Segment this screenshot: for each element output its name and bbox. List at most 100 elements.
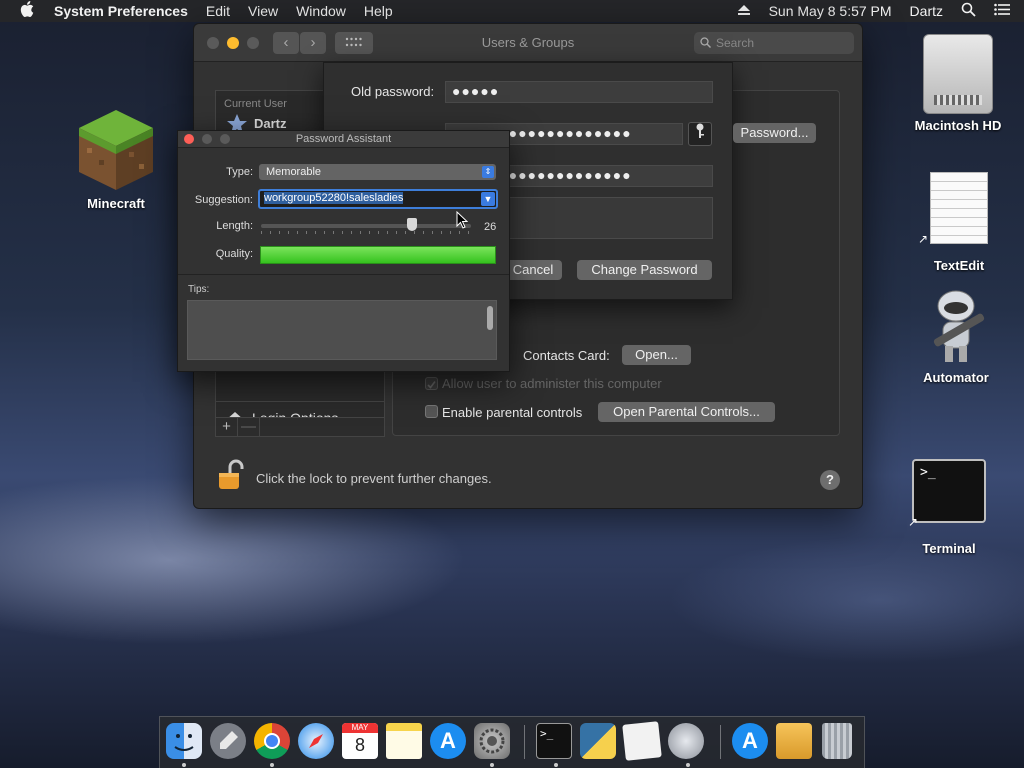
desktop-icon-automator[interactable]: Automator: [901, 286, 1011, 385]
dock-separator: [720, 725, 721, 759]
contacts-card-label: Contacts Card:: [523, 348, 610, 363]
search-input[interactable]: Search: [694, 32, 854, 54]
menu-help[interactable]: Help: [364, 3, 393, 19]
running-indicator: [686, 763, 690, 767]
alias-arrow-icon: ↗: [918, 232, 929, 246]
app-store-folder-icon[interactable]: A: [732, 723, 768, 759]
menu-window[interactable]: Window: [296, 3, 346, 19]
parental-controls-label: Enable parental controls: [442, 405, 583, 420]
menu-app-name[interactable]: System Preferences: [54, 3, 188, 19]
automator-robot-icon: [921, 286, 991, 366]
current-user-name[interactable]: Dartz: [254, 116, 287, 131]
spotlight-search-icon[interactable]: [961, 2, 976, 20]
length-slider-track[interactable]: [261, 224, 471, 228]
desktop-label-macintosh-hd: Macintosh HD: [914, 118, 1002, 133]
trash-icon[interactable]: [822, 723, 852, 759]
suggestion-combo-box[interactable]: workgroup52280!salesladies ▼: [258, 189, 498, 209]
type-select[interactable]: Memorable ⇕: [259, 164, 496, 180]
help-button[interactable]: ?: [820, 470, 840, 490]
suggestion-label: Suggestion:: [194, 194, 253, 206]
current-user-header: Current User: [224, 98, 287, 110]
chevron-down-icon[interactable]: ▼: [481, 192, 495, 206]
finder-icon[interactable]: [166, 723, 202, 759]
app-store-icon[interactable]: A: [430, 723, 466, 759]
apple-menu-icon[interactable]: [20, 1, 36, 21]
desktop-icon-terminal[interactable]: >_ ↗ Terminal: [894, 459, 1004, 556]
quality-label: Quality:: [215, 248, 253, 260]
password-assistant-titlebar: Password Assistant: [178, 131, 509, 148]
search-placeholder: Search: [716, 36, 755, 50]
running-indicator: [270, 763, 274, 767]
change-password-panel-button[interactable]: Password...: [733, 123, 816, 143]
menu-view[interactable]: View: [248, 3, 278, 19]
password-assistant-window: Password Assistant Type: Memorable ⇕ Sug…: [177, 130, 510, 372]
script-editor-icon[interactable]: [622, 721, 662, 761]
chrome-icon[interactable]: [254, 723, 290, 759]
dock-separator: [524, 725, 525, 759]
running-indicator: [490, 763, 494, 767]
old-password-label: Old password:: [351, 84, 435, 99]
change-password-button[interactable]: Change Password: [577, 260, 712, 280]
minecraft-icon: [77, 108, 155, 192]
key-icon[interactable]: [688, 122, 712, 146]
hard-drive-icon: [923, 34, 993, 114]
running-indicator: [554, 763, 558, 767]
open-parental-controls-button[interactable]: Open Parental Controls...: [598, 402, 775, 422]
calendar-day: 8: [354, 735, 365, 755]
add-user-button[interactable]: +: [216, 418, 238, 436]
length-label: Length:: [216, 220, 253, 232]
running-indicator: [182, 763, 186, 767]
tips-label: Tips:: [188, 284, 210, 295]
type-label: Type:: [226, 166, 253, 178]
cancel-button[interactable]: Cancel: [504, 260, 562, 280]
safari-icon[interactable]: [298, 723, 334, 759]
quality-meter: [260, 246, 496, 264]
python-launcher-icon[interactable]: [580, 723, 616, 759]
pa-close-button[interactable]: [184, 134, 194, 144]
remove-user-button[interactable]: —: [238, 418, 260, 436]
type-value: Memorable: [266, 166, 322, 178]
terminal-icon[interactable]: >_: [536, 723, 572, 759]
mouse-cursor-icon: [456, 210, 469, 229]
pa-zoom-button[interactable]: [220, 134, 230, 144]
desktop-label-minecraft: Minecraft: [87, 196, 145, 211]
allow-admin-label: Allow user to administer this computer: [442, 376, 662, 391]
tips-text-area[interactable]: [187, 300, 497, 360]
automator-icon[interactable]: [668, 723, 704, 759]
package-icon[interactable]: [776, 723, 812, 759]
dock: MAY 8 A >_ A: [159, 716, 865, 768]
length-slider-knob[interactable]: [407, 218, 418, 231]
notes-icon[interactable]: [386, 723, 422, 759]
updown-chevron-icon: ⇕: [482, 166, 494, 178]
old-password-field[interactable]: ●●●●●: [445, 81, 713, 103]
lock-instruction-text: Click the lock to prevent further change…: [256, 471, 492, 486]
menu-clock[interactable]: Sun May 8 5:57 PM: [769, 3, 892, 19]
desktop-label-textedit: TextEdit: [933, 258, 985, 273]
lock-icon[interactable]: [218, 459, 244, 494]
notification-center-icon[interactable]: [994, 3, 1010, 19]
parental-controls-checkbox[interactable]: [425, 405, 438, 418]
open-contacts-button[interactable]: Open...: [622, 345, 691, 365]
suggestion-value: workgroup52280!salesladies: [264, 192, 404, 204]
launchpad-icon[interactable]: [210, 723, 246, 759]
textedit-icon: [930, 172, 988, 244]
menu-edit[interactable]: Edit: [206, 3, 230, 19]
tips-scrollbar[interactable]: [487, 306, 493, 330]
window-titlebar: ‹ › Users & Groups Search: [194, 24, 862, 62]
divider: [178, 274, 509, 275]
allow-admin-checkbox[interactable]: [425, 377, 438, 390]
calendar-icon[interactable]: MAY 8: [342, 723, 378, 759]
desktop-label-terminal: Terminal: [922, 541, 976, 556]
search-icon: [700, 32, 711, 55]
eject-icon[interactable]: [737, 3, 751, 19]
length-slider-ticks: [261, 231, 471, 234]
desktop-icon-textedit[interactable]: ↗ TextEdit: [904, 172, 1014, 273]
length-value: 26: [484, 221, 497, 233]
system-preferences-icon[interactable]: [474, 723, 510, 759]
menu-user[interactable]: Dartz: [910, 3, 943, 19]
desktop-icon-macintosh-hd[interactable]: Macintosh HD: [903, 34, 1013, 133]
menu-bar: System Preferences Edit View Window Help…: [0, 0, 1024, 22]
desktop-icon-minecraft[interactable]: Minecraft: [61, 108, 171, 211]
pa-minimize-button[interactable]: [202, 134, 212, 144]
calendar-month: MAY: [342, 723, 378, 733]
